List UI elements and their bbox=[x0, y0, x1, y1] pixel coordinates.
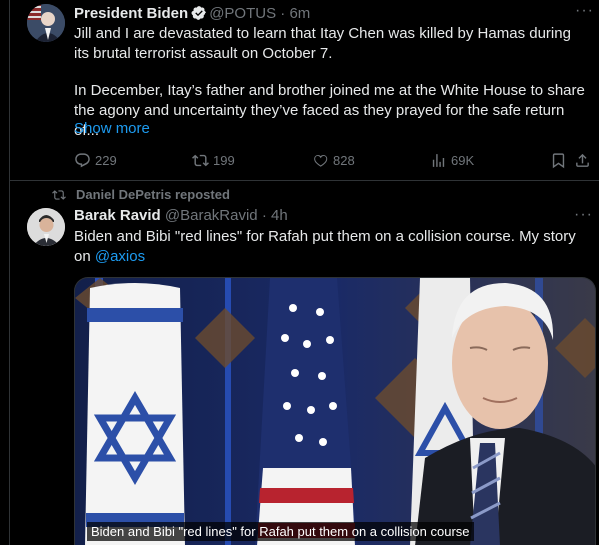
tweet-media[interactable]: Biden and Bibi "red lines" for Rafah put… bbox=[74, 277, 596, 545]
timeline: President Biden @POTUS · 6m ··· Jill and … bbox=[9, 0, 599, 545]
tweet-actions: 229 199 828 69K bbox=[74, 150, 594, 170]
repost-indicator[interactable]: Daniel DePetris reposted bbox=[52, 187, 230, 202]
repost-count: 199 bbox=[213, 152, 235, 168]
show-more-link[interactable]: Show more bbox=[74, 119, 150, 139]
avatar[interactable] bbox=[27, 4, 65, 42]
timestamp[interactable]: · 6m bbox=[280, 5, 310, 22]
avatar[interactable] bbox=[27, 208, 65, 246]
author-handle[interactable]: @BarakRavid bbox=[165, 207, 258, 224]
view-count: 69K bbox=[451, 152, 475, 168]
share-icon bbox=[576, 153, 589, 167]
like-count: 828 bbox=[333, 152, 355, 168]
author-name[interactable]: President Biden bbox=[74, 5, 188, 22]
timestamp[interactable]: · 4h bbox=[262, 207, 288, 224]
reply-count: 229 bbox=[95, 152, 117, 168]
reposted-by-text: Daniel DePetris reposted bbox=[76, 187, 230, 202]
author-handle[interactable]: @POTUS bbox=[209, 5, 276, 22]
views-button[interactable]: 69K bbox=[430, 150, 474, 170]
repost-icon bbox=[52, 189, 66, 200]
reply-button[interactable]: 229 bbox=[74, 150, 117, 170]
mention-link[interactable]: @axios bbox=[95, 248, 145, 265]
bookmark-button[interactable] bbox=[550, 150, 567, 170]
tweet-text-main: Biden and Bibi "red lines" for Rafah put… bbox=[74, 228, 576, 265]
tweet-potus[interactable]: President Biden @POTUS · 6m ··· Jill and … bbox=[10, 0, 599, 181]
heart-icon bbox=[314, 154, 328, 167]
reply-icon bbox=[75, 152, 90, 167]
media-image bbox=[75, 278, 595, 545]
verified-badge-icon bbox=[191, 6, 207, 20]
share-button[interactable] bbox=[574, 150, 591, 170]
more-options-icon[interactable]: ··· bbox=[575, 2, 594, 20]
tweet-header: President Biden @POTUS · 6m bbox=[74, 4, 310, 24]
repost-button[interactable]: 199 bbox=[192, 150, 235, 170]
bookmark-icon bbox=[552, 152, 565, 168]
tweet-text: Biden and Bibi "red lines" for Rafah put… bbox=[74, 227, 589, 267]
tweet-text-continued: In December, Itay’s father and brother j… bbox=[74, 82, 585, 139]
bar-chart-icon bbox=[432, 153, 445, 167]
author-name[interactable]: Barak Ravid bbox=[74, 207, 161, 224]
repost-icon bbox=[192, 154, 209, 166]
tweet-header: Barak Ravid @BarakRavid · 4h bbox=[74, 206, 288, 226]
tweet-text: Jill and I are devastated to learn that … bbox=[74, 25, 571, 62]
media-caption: Biden and Bibi "red lines" for Rafah put… bbox=[87, 522, 474, 541]
more-options-icon[interactable]: ··· bbox=[574, 206, 593, 224]
like-button[interactable]: 828 bbox=[312, 150, 355, 170]
